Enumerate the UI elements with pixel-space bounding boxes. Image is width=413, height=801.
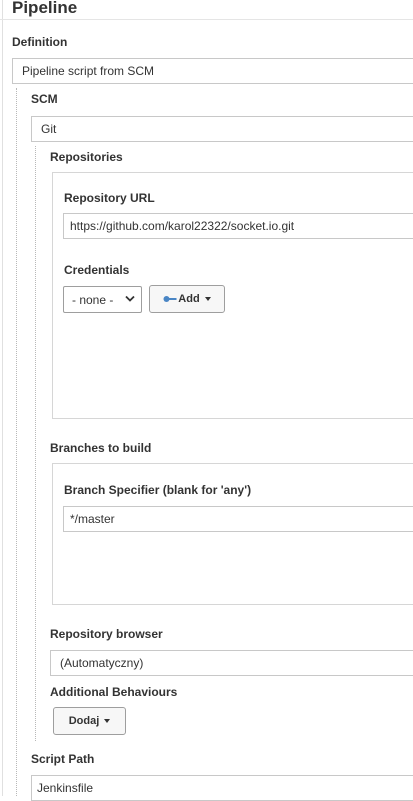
branch-specifier-input[interactable]: */master: [63, 506, 413, 532]
add-credentials-label: Add: [178, 293, 200, 305]
repositories-label: Repositories: [50, 150, 123, 164]
definition-label: Definition: [12, 35, 68, 49]
credentials-label: Credentials: [64, 263, 130, 277]
branches-label: Branches to build: [50, 441, 152, 455]
script-path-label: Script Path: [31, 752, 95, 766]
additional-behaviours-label: Additional Behaviours: [50, 685, 178, 699]
branch-specifier-label: Branch Specifier (blank for 'any'): [64, 483, 252, 497]
key-icon: [163, 296, 177, 302]
credentials-select[interactable]: - none -: [63, 286, 142, 313]
scm-select[interactable]: Git: [31, 116, 413, 142]
scm-label: SCM: [31, 92, 58, 106]
repository-url-input[interactable]: https://github.com/karol22322/socket.io.…: [63, 213, 413, 239]
repository-browser-select[interactable]: (Automatyczny): [50, 650, 413, 676]
script-path-input[interactable]: Jenkinsfile: [31, 775, 413, 801]
add-behaviour-label: Dodaj: [68, 715, 100, 727]
page-title: Pipeline: [12, 0, 78, 17]
repository-browser-label: Repository browser: [50, 627, 163, 641]
caret-down-icon: [104, 719, 111, 723]
chevron-down-icon: [125, 295, 135, 302]
repository-url-label: Repository URL: [64, 191, 155, 205]
caret-down-icon: [204, 297, 211, 301]
add-credentials-button[interactable]: Add: [149, 285, 225, 313]
credentials-value: - none -: [72, 292, 114, 307]
add-behaviour-button[interactable]: Dodaj: [53, 707, 126, 735]
definition-select[interactable]: Pipeline script from SCM: [12, 58, 413, 84]
